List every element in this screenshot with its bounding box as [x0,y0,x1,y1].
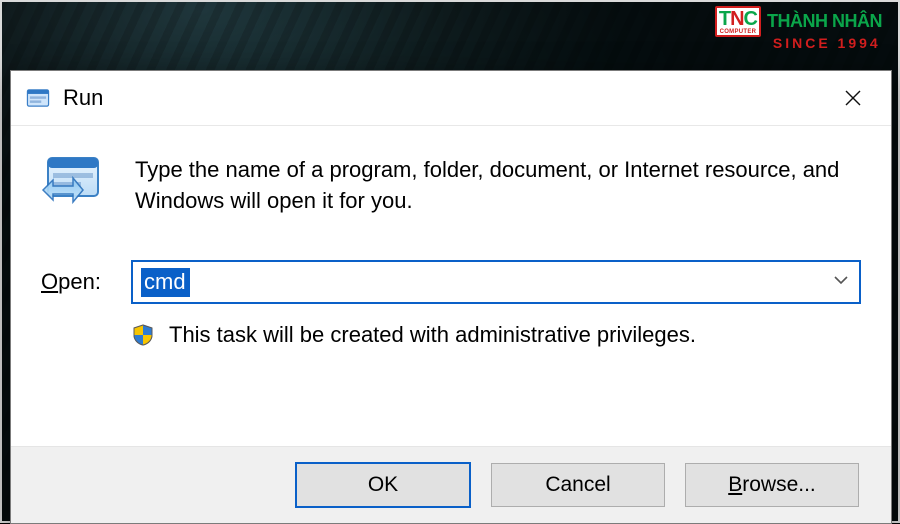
close-button[interactable] [821,71,885,125]
admin-privileges-note: This task will be created with administr… [169,322,696,348]
titlebar[interactable]: Run [11,71,891,126]
dialog-title: Run [63,85,103,111]
open-label: Open: [41,269,113,295]
shield-icon [131,323,155,347]
watermark-letter-c: C [744,8,757,30]
run-large-icon [41,152,107,210]
button-bar: OK Cancel Browse... [11,446,891,523]
watermark-brand: THÀNH NHÂN [767,11,882,32]
ok-button[interactable]: OK [295,462,471,508]
chevron-down-icon[interactable] [831,272,849,293]
watermark-letter-n: N [730,8,743,30]
dialog-description: Type the name of a program, folder, docu… [135,152,861,216]
watermark-logo: TNC COMPUTER THÀNH NHÂN SINCE 1994 [715,6,882,51]
open-combobox[interactable]: cmd [131,260,861,304]
watermark-letter-t: T [719,8,730,30]
watermark-since: SINCE 1994 [773,35,881,51]
open-input-value[interactable]: cmd [141,268,190,297]
browse-button[interactable]: Browse... [685,463,859,507]
cancel-button[interactable]: Cancel [491,463,665,507]
run-app-icon [25,85,51,111]
run-dialog: Run [10,70,892,524]
watermark-computer: COMPUTER [720,29,757,35]
